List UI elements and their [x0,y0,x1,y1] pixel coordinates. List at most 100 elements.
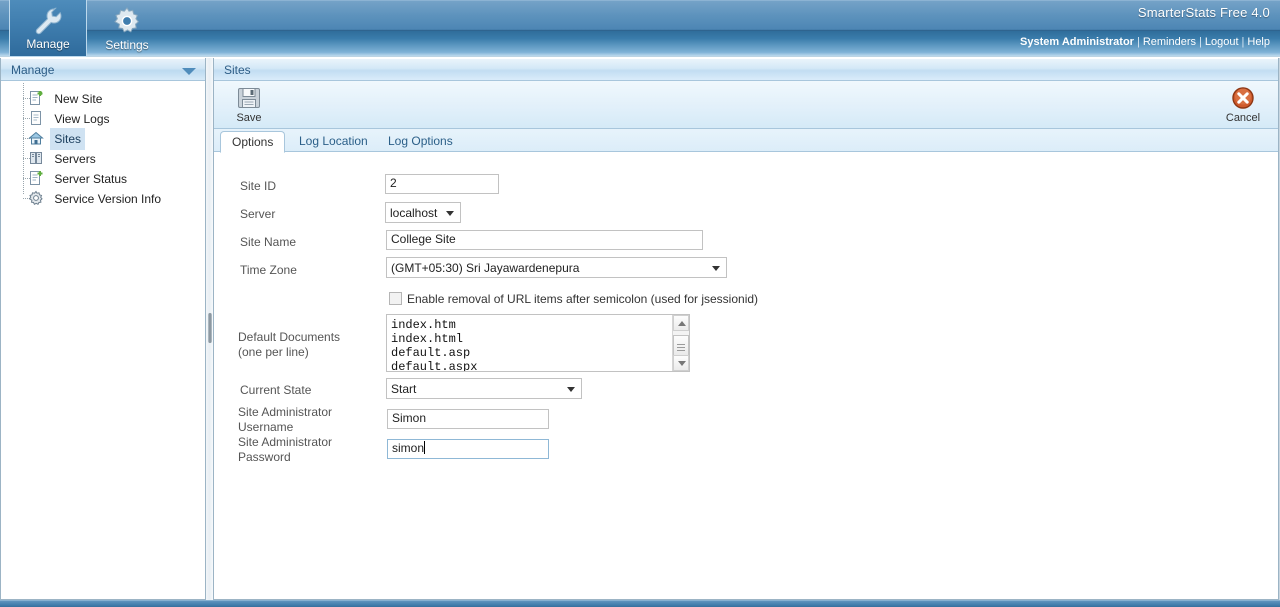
admin-username-label-line2: Username [238,420,294,434]
app-title: SmarterStats Free 4.0 [1137,5,1270,20]
gear-icon [28,190,44,206]
admin-username-input[interactable]: Simon [387,409,549,429]
tab-log-location-label: Log Location [299,134,368,148]
sidebar-item-new-site[interactable]: New Site [1,88,205,108]
save-button-label: Save [236,112,262,124]
admin-password-label-line1: Site Administrator [238,435,333,449]
semicolon-removal-label: Enable removal of URL items after semico… [407,292,759,306]
save-button[interactable]: Save [218,83,280,127]
sidebar-item-label: View Logs [54,112,110,126]
current-state-label: Current State [240,383,312,397]
toolbar: Save Cancel [214,81,1278,129]
sidebar-item-service-version-info[interactable]: Service Version Info [1,188,205,208]
site-id-input[interactable]: 2 [385,174,499,194]
cancel-button-label: Cancel [1225,112,1261,124]
top-header-bar [0,0,1280,31]
sidebar-item-servers[interactable]: Servers [1,148,205,168]
server-select-value: localhost [390,206,438,220]
site-id-value: 2 [390,176,397,190]
sidebar-panel-title: Manage [11,63,55,77]
tab-log-options-label: Log Options [388,134,453,148]
sidebar-item-label: Service Version Info [54,192,162,206]
scrollbar-thumb[interactable] [673,335,689,357]
semicolon-removal-row: Enable removal of URL items after semico… [389,292,758,306]
breadcrumb-bar: Sites [214,58,1278,81]
module-tab-manage-label: Manage [26,37,70,51]
admin-password-input[interactable]: simon [387,439,549,459]
site-name-input[interactable]: College Site [386,230,703,250]
reminders-link[interactable]: Reminders [1143,36,1196,48]
time-zone-value: (GMT+05:30) Sri Jayawardenepura [391,261,580,275]
tab-options[interactable]: Options [220,131,286,153]
link-separator-1: | [1136,36,1140,48]
default-documents-label: Default Documents (one per line) [238,330,378,360]
tab-log-options[interactable]: Log Options [377,131,464,153]
tab-options-label: Options [232,135,274,149]
admin-username-label-line1: Site Administrator [238,405,333,419]
current-state-value: Start [391,382,417,396]
current-user-label: System Administrator [1020,36,1134,48]
default-documents-label-line2: (one per line) [238,345,309,359]
chevron-down-icon [712,266,720,271]
admin-password-label: Site Administrator Password [238,435,388,465]
text-caret [424,441,426,454]
current-state-select[interactable]: Start [386,378,582,399]
help-link[interactable]: Help [1247,36,1270,48]
site-id-label: Site ID [240,179,277,193]
module-tab-manage[interactable]: Manage [9,0,87,57]
new-document-icon [28,170,44,186]
gear-icon [88,5,166,37]
link-separator-3: | [1241,36,1245,48]
chevron-down-icon [446,211,454,216]
server-label: Server [240,207,276,221]
main-content-panel: Sites Save Cancel Options Log Location L… [214,58,1279,600]
cancel-circle-icon [1230,85,1256,111]
admin-username-value: Simon [392,411,427,425]
sidebar-item-label: New Site [54,92,103,106]
sidebar-splitter[interactable] [206,58,214,600]
new-document-icon [28,90,44,106]
sidebar-tree: New Site View Logs Sites Servers Server … [1,81,205,208]
admin-password-label-line2: Password [238,450,291,464]
module-tab-settings[interactable]: Settings [88,0,166,57]
logout-link[interactable]: Logout [1205,36,1239,48]
admin-username-label: Site Administrator Username [238,405,388,435]
admin-password-value: simon [392,441,425,455]
default-documents-textarea[interactable]: index.htm index.html default.asp default… [386,314,690,372]
chevron-down-icon [567,387,575,392]
caret-down-icon [678,361,686,366]
floppy-disk-icon [236,85,262,111]
sidebar-item-server-status[interactable]: Server Status [1,168,205,188]
servers-icon [28,150,44,166]
home-icon [28,130,44,146]
cancel-button[interactable]: Cancel [1212,83,1274,127]
module-tab-settings-label: Settings [105,38,149,52]
default-documents-value: index.htm index.html default.asp default… [391,318,478,372]
user-links-bar: System Administrator | Reminders | Logout | He… [1020,36,1270,48]
tab-strip: Options Log Location Log Options [214,129,1278,153]
time-zone-label: Time Zone [240,263,297,277]
breadcrumb: Sites [224,63,251,77]
scroll-up-button[interactable] [673,315,689,331]
scroll-down-button[interactable] [673,355,689,371]
splitter-grip[interactable] [208,313,212,343]
sidebar-item-label: Sites [50,128,86,150]
default-documents-label-line1: Default Documents [238,330,341,344]
bottom-status-bar [0,600,1280,607]
sidebar-panel-header: Manage [1,58,205,81]
site-name-value: College Site [391,232,456,246]
sidebar: Manage New Site View Logs Sites Servers … [0,58,206,600]
wrench-icon [10,5,86,37]
sidebar-item-view-logs[interactable]: View Logs [1,108,205,128]
link-separator-2: | [1199,36,1202,48]
textarea-scrollbar[interactable] [672,315,689,371]
time-zone-select[interactable]: (GMT+05:30) Sri Jayawardenepura [386,257,727,278]
sidebar-item-label: Servers [54,152,96,166]
semicolon-removal-checkbox[interactable] [389,292,402,305]
chevron-down-icon[interactable] [182,68,196,75]
server-select[interactable]: localhost [385,202,461,223]
sidebar-item-sites[interactable]: Sites [1,128,205,150]
tab-log-location[interactable]: Log Location [288,131,379,153]
options-tab-pane: Site ID 2 Server localhost Site Name Col… [214,152,1278,598]
document-icon [28,110,44,126]
